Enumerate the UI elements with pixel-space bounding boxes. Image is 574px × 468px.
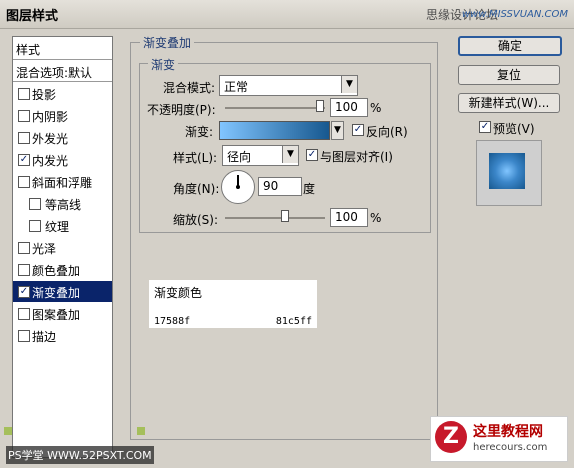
preview-label: 预览(V) <box>493 122 535 136</box>
opacity-label: 不透明度(P): <box>147 103 216 117</box>
subgroup-title: 渐变 <box>148 56 179 73</box>
checkbox[interactable] <box>29 220 41 232</box>
new-style-button[interactable]: 新建样式(W)... <box>458 93 560 113</box>
style-item-label: 内阴影 <box>32 110 69 124</box>
gradient-style-value: 径向 <box>227 150 252 164</box>
footer-watermark-left: PS学堂 WWW.52PSXT.COM <box>6 446 154 464</box>
opacity-unit: % <box>370 101 382 115</box>
style-item-label: 外发光 <box>32 132 69 146</box>
style-item-satin[interactable]: 光泽 <box>13 237 112 258</box>
style-item-label: 图案叠加 <box>32 308 81 322</box>
watermark-site: www.MISSVUAN.COM <box>461 9 568 20</box>
corner-marker <box>137 427 145 435</box>
group-title: 渐变叠加 <box>140 34 195 51</box>
blend-mode-value: 正常 <box>224 80 249 94</box>
site-url: herecours.com <box>473 442 548 453</box>
opacity-slider[interactable] <box>225 107 325 109</box>
angle-dial-center <box>236 185 240 189</box>
checkbox[interactable] <box>18 176 30 188</box>
scale-value: 100 <box>335 210 358 224</box>
styles-list: 样式 混合选项:默认 投影 内阴影 外发光 ✓ 内发光 斜面和浮雕 等高线 纹理 … <box>12 36 113 458</box>
blend-options-item[interactable]: 混合选项:默认 <box>13 61 112 82</box>
gradient-label: 渐变: <box>185 125 214 139</box>
style-item-texture[interactable]: 纹理 <box>13 215 112 236</box>
style-item-contour[interactable]: 等高线 <box>13 193 112 214</box>
scale-unit: % <box>370 211 382 225</box>
blend-options-label: 混合选项:默认 <box>16 66 93 80</box>
style-item-outer-glow[interactable]: 外发光 <box>13 127 112 148</box>
checkbox[interactable] <box>18 308 30 320</box>
style-item-label: 等高线 <box>45 198 82 212</box>
style-item-label: 光泽 <box>32 242 57 256</box>
checkbox[interactable] <box>18 88 30 100</box>
style-item-bevel-emboss[interactable]: 斜面和浮雕 <box>13 171 112 192</box>
style-item-pattern-overlay[interactable]: 图案叠加 <box>13 303 112 324</box>
style-label: 样式(L): <box>173 151 218 165</box>
chevron-down-icon[interactable]: ▼ <box>331 121 344 140</box>
style-item-stroke[interactable]: 描边 <box>13 325 112 346</box>
angle-label: 角度(N): <box>173 182 220 196</box>
style-item-label: 颜色叠加 <box>32 264 81 278</box>
corner-marker <box>4 427 12 435</box>
style-item-label: 内发光 <box>32 154 69 168</box>
align-layer-label: 与图层对齐(I) <box>320 150 393 164</box>
style-item-label: 纹理 <box>45 220 70 234</box>
style-item-label: 渐变叠加 <box>32 286 81 300</box>
angle-input[interactable]: 90 <box>258 177 302 196</box>
checkbox[interactable] <box>18 132 30 144</box>
reset-button[interactable]: 复位 <box>458 65 560 85</box>
checkbox[interactable] <box>29 198 41 210</box>
reverse-checkbox[interactable]: ✓ <box>352 124 364 136</box>
styles-header-label: 样式 <box>16 43 41 57</box>
preview-swatch <box>489 153 525 189</box>
gradient-color-note: 渐变颜色 17588f 81c5ff <box>149 280 317 328</box>
site-logo-icon: Z <box>435 421 467 453</box>
chevron-down-icon: ▼ <box>341 76 357 93</box>
style-item-label: 投影 <box>32 88 57 102</box>
checkbox[interactable] <box>18 110 30 122</box>
scale-label: 缩放(S): <box>173 213 219 227</box>
angle-unit: 度 <box>303 182 316 196</box>
scale-slider[interactable] <box>225 217 325 219</box>
style-item-label: 斜面和浮雕 <box>32 176 93 190</box>
chevron-down-icon: ▼ <box>282 146 298 163</box>
window-title: 图层样式 <box>6 9 59 24</box>
note-color-b: 81c5ff <box>275 316 312 327</box>
angle-value: 90 <box>263 179 279 193</box>
style-item-color-overlay[interactable]: 颜色叠加 <box>13 259 112 280</box>
opacity-input[interactable]: 100 <box>330 98 368 117</box>
style-item-inner-shadow[interactable]: 内阴影 <box>13 105 112 126</box>
style-item-gradient-overlay[interactable]: ✓ 渐变叠加 <box>13 281 112 302</box>
gradient-picker[interactable] <box>219 121 330 140</box>
preview-checkbox[interactable]: ✓ <box>479 121 491 133</box>
checkbox-checked[interactable]: ✓ <box>18 286 30 298</box>
note-color-a: 17588f <box>154 316 191 327</box>
styles-header[interactable]: 样式 <box>13 37 112 60</box>
checkbox[interactable] <box>18 330 30 342</box>
note-title: 渐变颜色 <box>154 286 203 300</box>
footer-logo-block: Z 这里教程网 herecours.com <box>430 416 568 462</box>
style-item-drop-shadow[interactable]: 投影 <box>13 83 112 104</box>
align-layer-checkbox[interactable]: ✓ <box>306 149 318 161</box>
blend-mode-select[interactable]: 正常 ▼ <box>219 75 358 96</box>
site-title: 这里教程网 <box>473 424 543 440</box>
angle-dial[interactable] <box>221 170 255 204</box>
checkbox[interactable] <box>18 264 30 276</box>
style-item-label: 描边 <box>32 330 57 344</box>
scale-slider-handle[interactable] <box>281 210 289 222</box>
ok-button[interactable]: 确定 <box>458 36 562 56</box>
reverse-label: 反向(R) <box>366 125 408 139</box>
opacity-value: 100 <box>335 100 358 114</box>
style-item-inner-glow[interactable]: ✓ 内发光 <box>13 149 112 170</box>
blend-mode-label: 混合模式: <box>163 81 216 95</box>
checkbox[interactable] <box>18 242 30 254</box>
checkbox-checked[interactable]: ✓ <box>18 154 30 166</box>
title-bar: 图层样式 思缘设计论坛 www.MISSVUAN.COM <box>0 0 574 29</box>
scale-input[interactable]: 100 <box>330 208 368 227</box>
gradient-style-select[interactable]: 径向 ▼ <box>222 145 299 166</box>
opacity-slider-handle[interactable] <box>316 100 324 112</box>
